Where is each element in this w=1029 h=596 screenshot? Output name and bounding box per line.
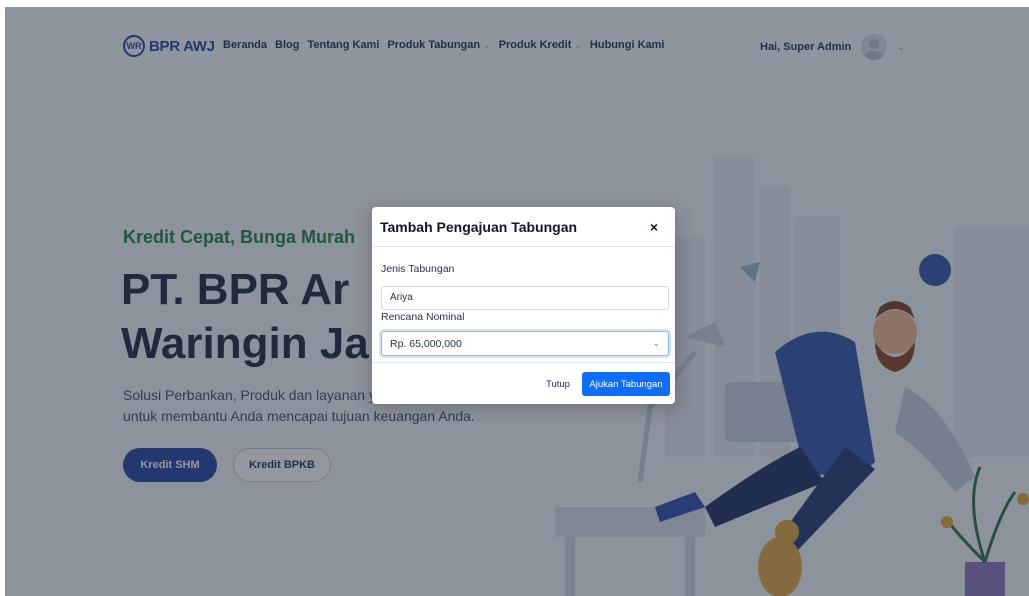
rencana-nominal-label: Rencana Nominal: [381, 311, 465, 323]
tutup-button[interactable]: Tutup: [539, 372, 577, 396]
page-frame: WR BPR AWJ Beranda Blog Tentang Kami Pro…: [5, 7, 1029, 596]
jenis-tabungan-field[interactable]: Ariya: [381, 286, 669, 310]
browser-viewport: WR BPR AWJ Beranda Blog Tentang Kami Pro…: [0, 0, 1029, 596]
modal-footer: Tutup Ajukan Tabungan: [372, 362, 675, 404]
tambah-pengajuan-modal: Tambah Pengajuan Tabungan × Jenis Tabung…: [372, 207, 675, 404]
ajukan-tabungan-button[interactable]: Ajukan Tabungan: [582, 372, 670, 396]
modal-header: Tambah Pengajuan Tabungan ×: [372, 207, 675, 247]
chevron-down-icon: ⌄: [652, 338, 660, 348]
jenis-tabungan-label: Jenis Tabungan: [381, 263, 455, 275]
close-icon[interactable]: ×: [646, 219, 662, 235]
rencana-nominal-value: Rp. 65,000,000: [390, 337, 462, 350]
rencana-nominal-select[interactable]: Rp. 65,000,000 ⌄: [381, 331, 669, 356]
modal-title: Tambah Pengajuan Tabungan: [380, 219, 578, 235]
